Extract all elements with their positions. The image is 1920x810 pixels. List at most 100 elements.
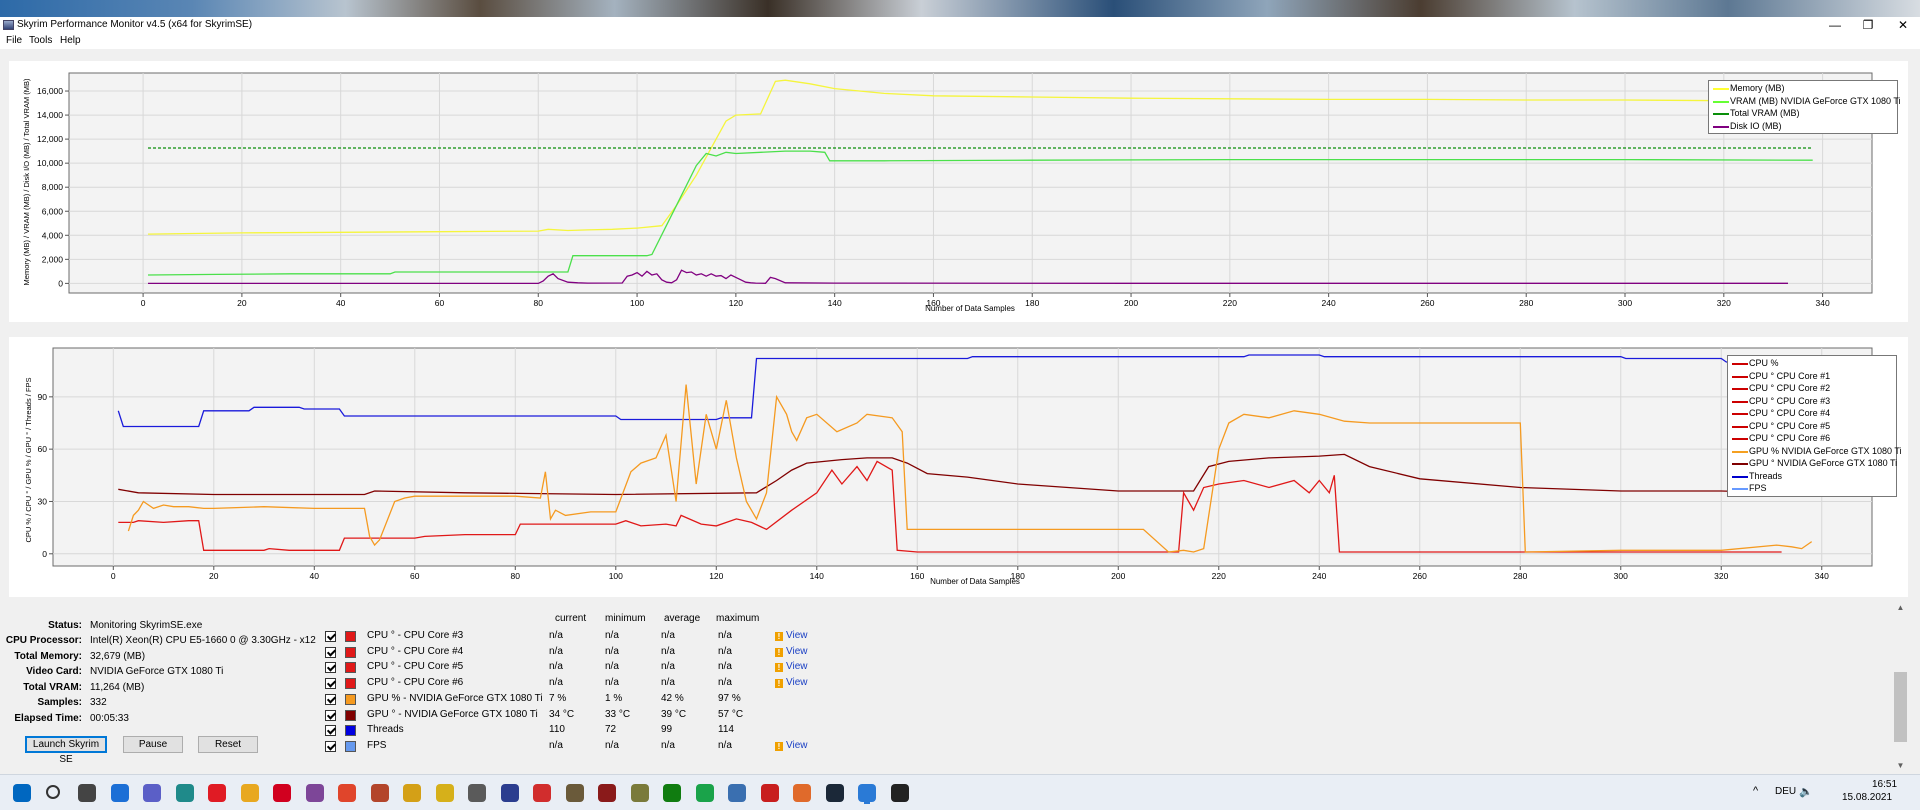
view-link[interactable]: View bbox=[786, 677, 808, 688]
scroll-up-arrow[interactable]: ▲ bbox=[1892, 600, 1909, 616]
x-tick-label: 100 bbox=[609, 571, 623, 581]
taskbar-skyrim-icon[interactable] bbox=[890, 784, 909, 802]
view-link[interactable]: View bbox=[786, 661, 808, 672]
y-tick-label: 0 bbox=[42, 549, 47, 559]
maximize-button[interactable]: ❐ bbox=[1848, 17, 1888, 34]
y-tick-label: 2,000 bbox=[42, 254, 64, 264]
close-button[interactable]: ✕ bbox=[1883, 17, 1920, 34]
row-color-swatch[interactable] bbox=[345, 709, 356, 721]
memory-label: Total Memory: bbox=[14, 651, 82, 662]
taskbar-start-icon[interactable] bbox=[13, 784, 31, 802]
taskbar-mail-icon[interactable] bbox=[793, 784, 811, 802]
legend-swatch bbox=[1713, 125, 1729, 128]
taskbar-tor-icon[interactable] bbox=[305, 784, 324, 802]
row-visibility-checkbox[interactable] bbox=[325, 693, 336, 705]
language-indicator[interactable]: DEU bbox=[1775, 786, 1796, 797]
row-name: CPU ° - CPU Core #6 bbox=[367, 677, 464, 689]
taskbar-search-icon[interactable] bbox=[45, 785, 60, 799]
taskbar-chrome-icon[interactable] bbox=[240, 784, 259, 802]
row-color-swatch[interactable] bbox=[345, 646, 356, 658]
legend-swatch bbox=[1713, 113, 1729, 115]
view-link[interactable]: View bbox=[786, 630, 808, 641]
legend-swatch bbox=[1732, 425, 1748, 428]
reset-button[interactable]: Reset bbox=[198, 736, 258, 753]
taskbar-chat-icon[interactable] bbox=[143, 784, 161, 802]
menu-file[interactable]: File bbox=[6, 35, 22, 46]
row-visibility-checkbox[interactable] bbox=[325, 740, 336, 752]
legend-swatch bbox=[1732, 463, 1748, 465]
memory-chart-plot-area bbox=[68, 72, 1873, 294]
window-titlebar: Skyrim Performance Monitor v4.5 (x64 for… bbox=[0, 17, 1920, 34]
clock-date[interactable]: 15.08.2021 bbox=[1842, 792, 1892, 803]
taskbar-xbox-icon[interactable] bbox=[663, 784, 681, 802]
scroll-down-arrow[interactable]: ▼ bbox=[1892, 758, 1909, 774]
pause-button[interactable]: Pause bbox=[123, 736, 183, 753]
row-visibility-checkbox[interactable] bbox=[325, 678, 336, 690]
row-color-swatch[interactable] bbox=[345, 678, 356, 690]
row-average: 42 % bbox=[661, 692, 684, 704]
row-visibility-checkbox[interactable] bbox=[325, 662, 336, 674]
taskbar-app-document-icon[interactable] bbox=[468, 784, 486, 802]
taskbar-app-teal-icon[interactable] bbox=[175, 784, 194, 802]
cpu-gpu-chart-svg: 0 20 40 60 80 100 120 140 160 180 200 220 240 260 280 3… bbox=[24, 347, 1873, 586]
taskbar-app-robot-icon[interactable] bbox=[565, 784, 584, 802]
x-tick-label: 20 bbox=[209, 571, 219, 581]
taskbar-app-red-square-icon[interactable] bbox=[338, 784, 356, 802]
row-color-swatch[interactable] bbox=[345, 693, 356, 705]
taskbar-opera-gx-icon[interactable] bbox=[273, 784, 291, 802]
taskbar-app-clock-icon[interactable] bbox=[435, 784, 454, 802]
warning-icon: ! bbox=[775, 679, 783, 689]
row-visibility-checkbox[interactable] bbox=[325, 725, 336, 737]
taskbar-widgets-icon[interactable] bbox=[110, 784, 129, 802]
row-minimum: 72 bbox=[605, 724, 617, 736]
row-visibility-checkbox[interactable] bbox=[325, 631, 336, 642]
taskbar-app-disc-icon[interactable] bbox=[598, 784, 616, 802]
taskbar-app-bottle-icon[interactable] bbox=[370, 784, 389, 802]
x-tick-label: 140 bbox=[810, 571, 824, 581]
row-color-swatch[interactable] bbox=[345, 740, 356, 752]
elapsed-value: 00:05:33 bbox=[90, 713, 129, 724]
scroll-thumb[interactable] bbox=[1894, 672, 1907, 742]
taskbar-app-green-arrow-icon[interactable] bbox=[695, 784, 714, 802]
memory-chart: 0 20 40 60 80 100 120 140 160 180 200 220 240 260 280 3… bbox=[9, 61, 1908, 322]
x-tick-label: 80 bbox=[511, 571, 521, 581]
menu-tools[interactable]: Tools bbox=[29, 35, 52, 46]
clock-time[interactable]: 16:51 bbox=[1872, 779, 1897, 790]
launch-skyrim-button[interactable]: Launch Skyrim SE bbox=[25, 736, 107, 765]
taskbar-opera-icon[interactable] bbox=[208, 784, 226, 802]
row-visibility-checkbox[interactable] bbox=[325, 646, 336, 658]
window-title: Skyrim Performance Monitor v4.5 (x64 for… bbox=[17, 19, 253, 30]
view-link[interactable]: View bbox=[786, 740, 808, 751]
legend-label: GPU ° NVIDIA GeForce GTX 1080 Ti bbox=[1749, 458, 1898, 468]
taskbar-app-pen-icon[interactable] bbox=[728, 784, 746, 802]
x-tick-label: 300 bbox=[1614, 571, 1628, 581]
taskbar-app-blue-bars-icon[interactable] bbox=[500, 784, 519, 802]
taskbar-monitor-icon[interactable] bbox=[858, 784, 876, 802]
menu-help[interactable]: Help bbox=[60, 35, 81, 46]
x-tick-label: 200 bbox=[1124, 298, 1138, 308]
column-header-average: average bbox=[664, 613, 701, 624]
taskbar-app-99-icon[interactable] bbox=[630, 784, 649, 802]
taskbar-app-red-circle-icon[interactable] bbox=[533, 784, 551, 802]
row-color-swatch[interactable] bbox=[345, 631, 356, 642]
legend-swatch bbox=[1732, 488, 1748, 490]
row-visibility-checkbox[interactable] bbox=[325, 709, 336, 721]
row-color-swatch[interactable] bbox=[345, 662, 356, 674]
taskbar-steam-like-icon[interactable] bbox=[825, 784, 844, 802]
column-header-current: current bbox=[555, 613, 587, 624]
tray-chevron-icon[interactable]: ^ bbox=[1753, 785, 1758, 797]
taskbar-app-red-ring-icon[interactable] bbox=[760, 784, 779, 802]
memory-chart-x-axis-label: Number of Data Samples bbox=[925, 304, 1015, 313]
speaker-icon[interactable]: 🔈 bbox=[1799, 785, 1813, 798]
taskbar-task-view-icon[interactable] bbox=[78, 784, 96, 802]
view-link[interactable]: View bbox=[786, 646, 808, 657]
taskbar: ^ DEU 🔈 16:51 15.08.2021 bbox=[0, 774, 1920, 810]
taskbar-app-shield-icon[interactable] bbox=[403, 784, 421, 802]
x-tick-label: 180 bbox=[1025, 298, 1039, 308]
x-tick-label: 240 bbox=[1312, 571, 1326, 581]
row-color-swatch[interactable] bbox=[345, 725, 356, 737]
status-value: Monitoring SkyrimSE.exe bbox=[90, 620, 203, 631]
row-maximum: n/a bbox=[718, 677, 732, 689]
row-minimum: 1 % bbox=[605, 692, 623, 704]
vertical-scrollbar[interactable]: ▲ ▼ bbox=[1892, 600, 1909, 774]
